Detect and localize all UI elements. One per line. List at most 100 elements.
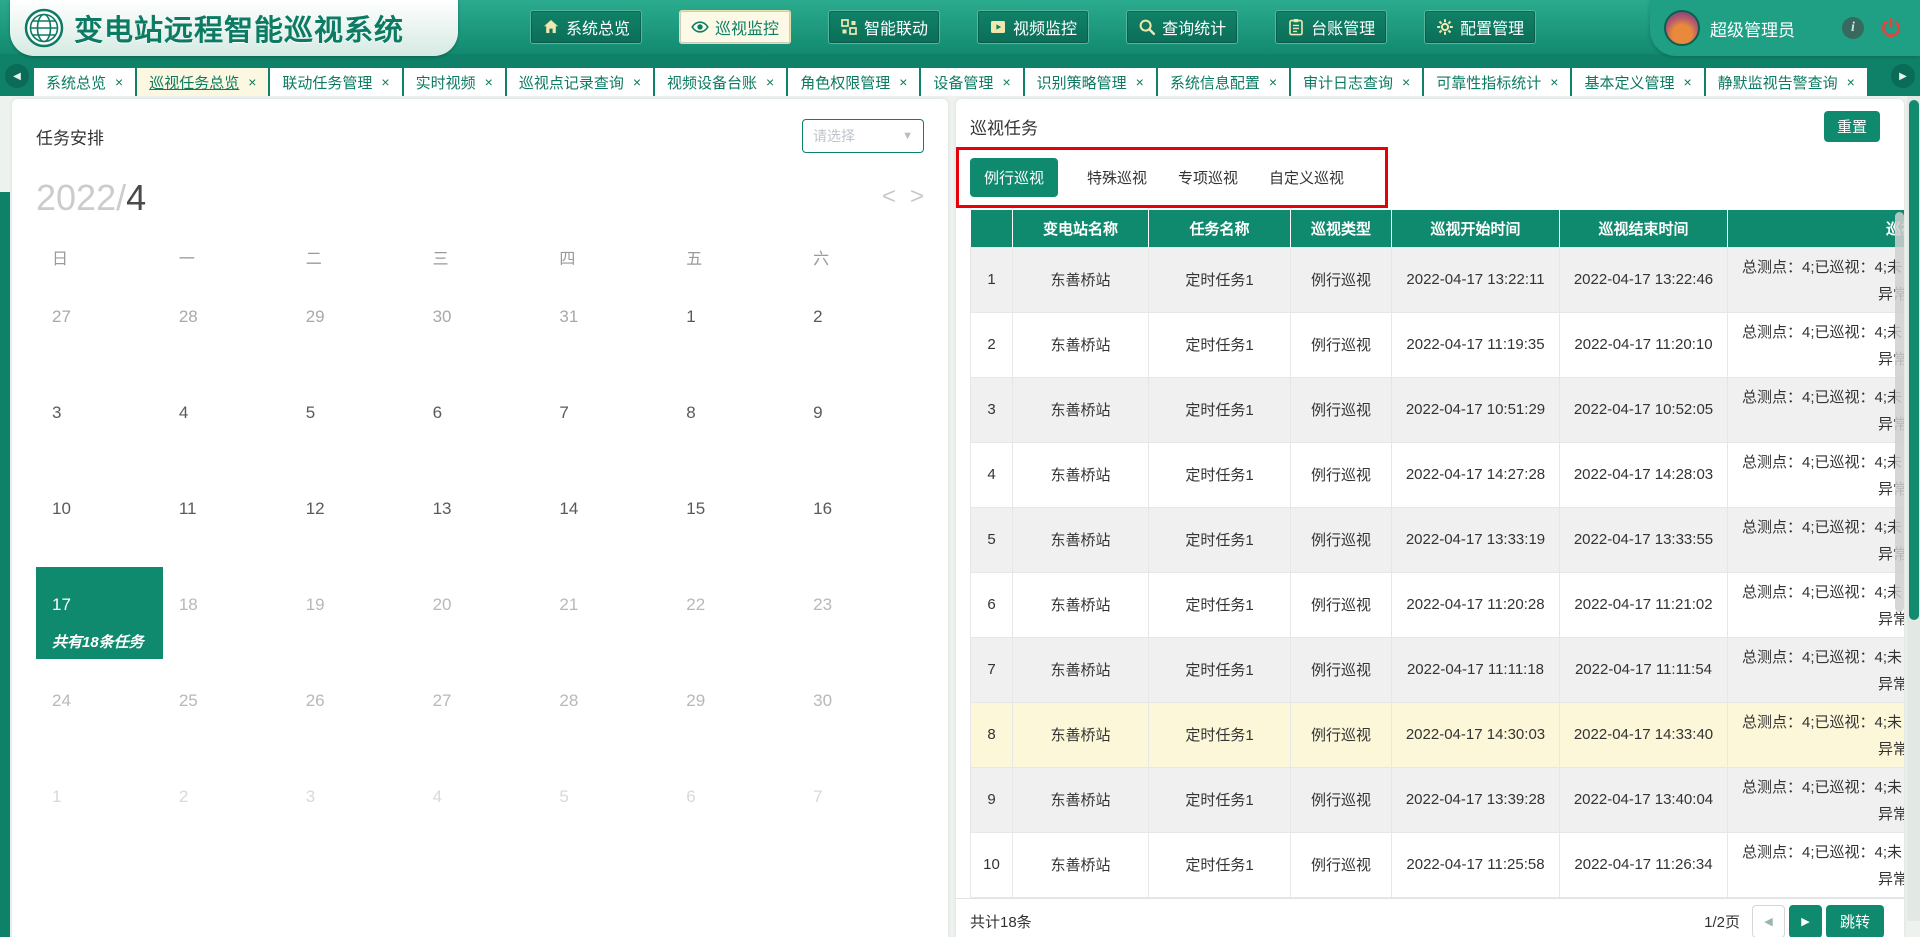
nav-button-2[interactable]: 智能联动 xyxy=(828,10,940,44)
calendar-day[interactable]: 14 xyxy=(543,471,670,567)
calendar-day[interactable]: 9 xyxy=(797,375,924,471)
calendar-prev-icon[interactable]: < xyxy=(882,185,896,209)
tab-8[interactable]: 识别策略管理 × xyxy=(1025,68,1156,96)
table-row[interactable]: 6 东善桥站 定时任务1 例行巡视 2022-04-17 11:20:28 20… xyxy=(971,572,1905,637)
calendar-day[interactable]: 8 xyxy=(670,375,797,471)
table-row[interactable]: 3 东善桥站 定时任务1 例行巡视 2022-04-17 10:51:29 20… xyxy=(971,377,1905,442)
calendar-day-selected[interactable]: 17共有18条任务 xyxy=(36,567,163,659)
calendar-day[interactable]: 18 xyxy=(163,567,290,663)
calendar-day[interactable]: 11 xyxy=(163,471,290,567)
calendar-day[interactable]: 29 xyxy=(290,279,417,375)
tab-11[interactable]: 可靠性指标统计 × xyxy=(1424,68,1570,96)
jump-button[interactable]: 跳转 xyxy=(1826,905,1884,937)
type-tab-2[interactable]: 专项巡视 xyxy=(1176,158,1240,197)
close-icon[interactable]: × xyxy=(633,75,641,89)
tab-4[interactable]: 巡视点记录查询 × xyxy=(507,68,653,96)
tab-12[interactable]: 基本定义管理 × xyxy=(1572,68,1703,96)
close-icon[interactable]: × xyxy=(1002,75,1010,89)
calendar-day[interactable]: 30 xyxy=(417,279,544,375)
close-icon[interactable]: × xyxy=(766,75,774,89)
calendar-day[interactable]: 28 xyxy=(543,663,670,759)
tab-13[interactable]: 静默监视告警查询 × xyxy=(1706,68,1867,96)
calendar-day[interactable]: 1 xyxy=(670,279,797,375)
table-row[interactable]: 4 东善桥站 定时任务1 例行巡视 2022-04-17 14:27:28 20… xyxy=(971,442,1905,507)
close-icon[interactable]: × xyxy=(248,75,256,89)
calendar-day[interactable]: 20 xyxy=(417,567,544,663)
type-tab-1[interactable]: 特殊巡视 xyxy=(1085,158,1149,197)
calendar-day[interactable]: 22 xyxy=(670,567,797,663)
calendar-day[interactable]: 31 xyxy=(543,279,670,375)
calendar-day[interactable]: 6 xyxy=(670,759,797,855)
reset-button[interactable]: 重置 xyxy=(1824,111,1880,142)
calendar-day[interactable]: 30 xyxy=(797,663,924,759)
calendar-day[interactable]: 21 xyxy=(543,567,670,663)
info-icon[interactable]: i xyxy=(1842,17,1864,39)
close-icon[interactable]: × xyxy=(115,75,123,89)
table-row[interactable]: 7 东善桥站 定时任务1 例行巡视 2022-04-17 11:11:18 20… xyxy=(971,637,1905,702)
table-row[interactable]: 2 东善桥站 定时任务1 例行巡视 2022-04-17 11:19:35 20… xyxy=(971,312,1905,377)
type-tab-0[interactable]: 例行巡视 xyxy=(970,158,1058,197)
close-icon[interactable]: × xyxy=(1136,75,1144,89)
calendar-day[interactable]: 4 xyxy=(163,375,290,471)
calendar-day[interactable]: 7 xyxy=(543,375,670,471)
nav-button-1[interactable]: 巡视监控 xyxy=(679,10,791,44)
calendar-day[interactable]: 27 xyxy=(417,663,544,759)
close-icon[interactable]: × xyxy=(899,75,907,89)
calendar-day[interactable]: 7 xyxy=(797,759,924,855)
nav-button-0[interactable]: 系统总览 xyxy=(530,10,642,44)
calendar-next-icon[interactable]: > xyxy=(910,185,924,209)
close-icon[interactable]: × xyxy=(485,75,493,89)
calendar-day[interactable]: 3 xyxy=(36,375,163,471)
table-row[interactable]: 1 东善桥站 定时任务1 例行巡视 2022-04-17 13:22:11 20… xyxy=(971,247,1905,312)
calendar-day[interactable]: 29 xyxy=(670,663,797,759)
type-tab-3[interactable]: 自定义巡视 xyxy=(1267,158,1346,197)
calendar-day[interactable]: 19 xyxy=(290,567,417,663)
tab-2[interactable]: 联动任务管理 × xyxy=(270,68,401,96)
avatar[interactable] xyxy=(1664,10,1700,46)
calendar-day[interactable]: 16 xyxy=(797,471,924,567)
calendar-day[interactable]: 24 xyxy=(36,663,163,759)
calendar-day[interactable]: 2 xyxy=(797,279,924,375)
page-scrollbar[interactable] xyxy=(1907,96,1920,921)
tab-1[interactable]: 巡视任务总览 × xyxy=(137,68,268,96)
tab-10[interactable]: 审计日志查询 × xyxy=(1291,68,1422,96)
tab-0[interactable]: 系统总览 × xyxy=(34,68,135,96)
calendar-day[interactable]: 28 xyxy=(163,279,290,375)
calendar-day[interactable]: 15 xyxy=(670,471,797,567)
power-icon[interactable] xyxy=(1880,17,1902,39)
nav-button-5[interactable]: 台账管理 xyxy=(1275,10,1387,44)
close-icon[interactable]: × xyxy=(1683,75,1691,89)
nav-button-6[interactable]: 配置管理 xyxy=(1424,10,1536,44)
close-icon[interactable]: × xyxy=(1402,75,1410,89)
calendar-day[interactable]: 6 xyxy=(417,375,544,471)
calendar-day[interactable]: 23 xyxy=(797,567,924,663)
table-scrollbar[interactable] xyxy=(1895,212,1904,612)
nav-button-3[interactable]: 视频监控 xyxy=(977,10,1089,44)
next-page-button[interactable]: ▶ xyxy=(1789,905,1822,937)
calendar-day[interactable]: 2 xyxy=(163,759,290,855)
close-icon[interactable]: × xyxy=(1847,75,1855,89)
close-icon[interactable]: × xyxy=(1269,75,1277,89)
table-row[interactable]: 8 东善桥站 定时任务1 例行巡视 2022-04-17 14:30:03 20… xyxy=(971,702,1905,767)
tab-3[interactable]: 实时视频 × xyxy=(404,68,505,96)
station-select[interactable]: 请选择 ▼ xyxy=(802,119,924,153)
tab-scroll-left-icon[interactable]: ◀ xyxy=(5,64,29,88)
calendar-day[interactable]: 5 xyxy=(543,759,670,855)
close-icon[interactable]: × xyxy=(381,75,389,89)
calendar-day[interactable]: 5 xyxy=(290,375,417,471)
calendar-day[interactable]: 27 xyxy=(36,279,163,375)
table-row[interactable]: 10 东善桥站 定时任务1 例行巡视 2022-04-17 11:25:58 2… xyxy=(971,832,1905,897)
calendar-day[interactable]: 25 xyxy=(163,663,290,759)
table-row[interactable]: 9 东善桥站 定时任务1 例行巡视 2022-04-17 13:39:28 20… xyxy=(971,767,1905,832)
tab-9[interactable]: 系统信息配置 × xyxy=(1158,68,1289,96)
tab-6[interactable]: 角色权限管理 × xyxy=(788,68,919,96)
calendar-day[interactable]: 13 xyxy=(417,471,544,567)
page-scrollbar-thumb[interactable] xyxy=(1909,100,1919,620)
close-icon[interactable]: × xyxy=(1550,75,1558,89)
calendar-day[interactable]: 12 xyxy=(290,471,417,567)
calendar-day[interactable]: 10 xyxy=(36,471,163,567)
tab-scroll-right-icon[interactable]: ▶ xyxy=(1891,64,1915,88)
prev-page-button[interactable]: ◀ xyxy=(1752,905,1785,937)
table-row[interactable]: 5 东善桥站 定时任务1 例行巡视 2022-04-17 13:33:19 20… xyxy=(971,507,1905,572)
calendar-day[interactable]: 1 xyxy=(36,759,163,855)
